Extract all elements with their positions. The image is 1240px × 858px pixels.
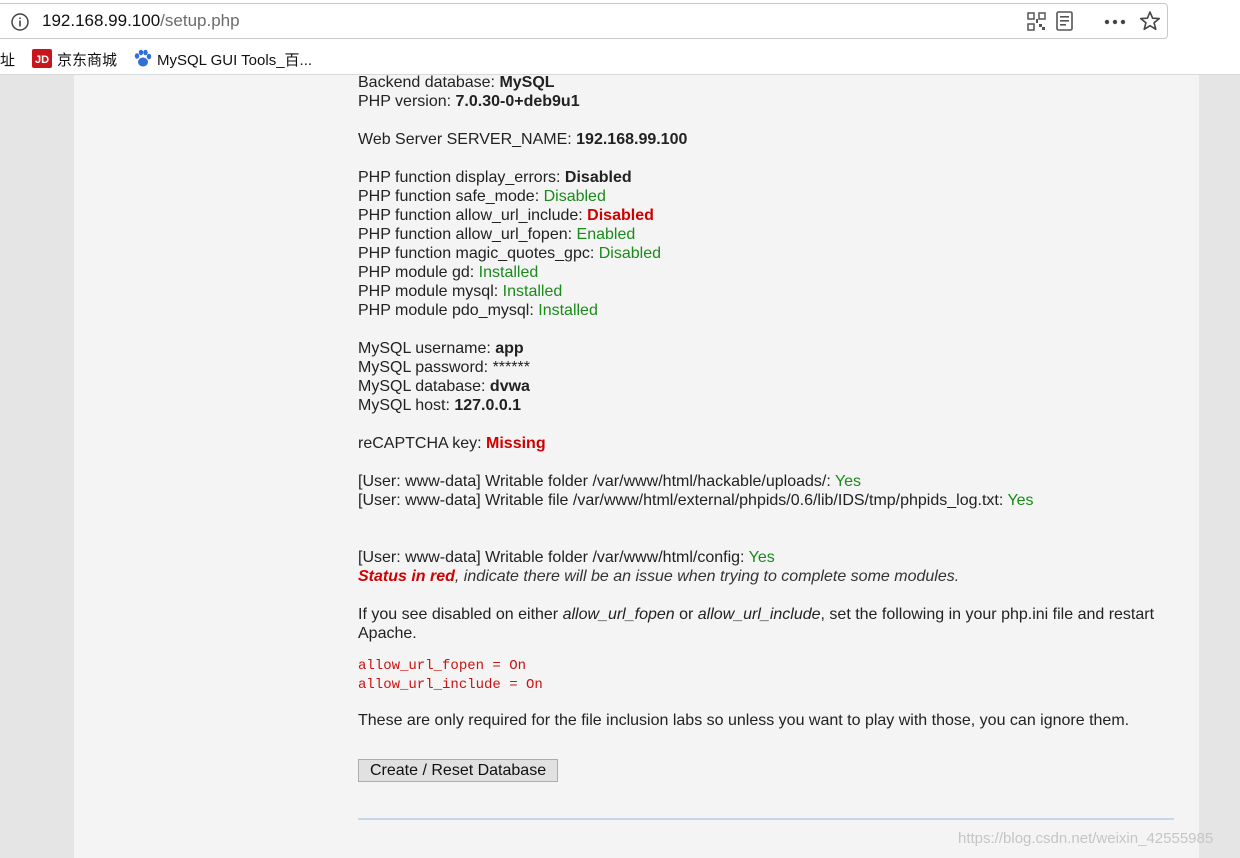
php-ini-code-line: allow_url_include = On	[358, 677, 543, 693]
status-ok: Yes	[1007, 492, 1034, 509]
display-errors-line: PHP function display_errors: Disabled	[358, 169, 632, 186]
module-pdo-line: PHP module pdo_mysql: Installed	[358, 302, 598, 319]
bookmark-item-address[interactable]: 址	[0, 49, 15, 70]
mysql-host-line: MySQL host: 127.0.0.1	[358, 397, 522, 414]
bookmark-star-icon[interactable]	[1139, 10, 1161, 37]
recaptcha-line: reCAPTCHA key: Missing	[358, 435, 546, 452]
safe-mode-line: PHP function safe_mode: Disabled	[358, 188, 606, 205]
bookmark-item-jd[interactable]: 京东商城	[57, 49, 117, 70]
qr-code-icon[interactable]	[1027, 10, 1047, 37]
php-version-line: PHP version: 7.0.30-0+deb9u1	[358, 93, 580, 110]
baidu-paw-icon	[133, 49, 152, 73]
config-writable-line: [User: www-data] Writable folder /var/ww…	[358, 549, 775, 566]
php-ini-code-line: allow_url_fopen = On	[358, 658, 527, 674]
status-in-red-text: Status in red	[358, 568, 455, 585]
php-ini-instructions: If you see disabled on either allow_url_…	[358, 606, 1155, 642]
svg-text:JD: JD	[35, 54, 49, 66]
status-error: Disabled	[587, 207, 654, 224]
module-gd-line: PHP module gd: Installed	[358, 264, 539, 281]
watermark-text: https://blog.csdn.net/weixin_42555985	[958, 830, 1214, 847]
server-name-line: Web Server SERVER_NAME: 192.168.99.100	[358, 131, 688, 148]
status-ok: Yes	[748, 549, 775, 566]
create-reset-database-button[interactable]: Create / Reset Database	[358, 759, 559, 782]
magic-quotes-line: PHP function magic_quotes_gpc: Disabled	[358, 245, 662, 262]
module-mysql-line: PHP module mysql: Installed	[358, 283, 563, 300]
bookmarks-bar: 址 JD 京东商城 MySQL GUI Tools_百...	[0, 43, 1240, 75]
file-inclusion-note: These are only required for the file inc…	[358, 712, 1130, 729]
info-icon[interactable]	[10, 12, 30, 37]
status-ok: Disabled	[543, 188, 606, 205]
mysql-password-line: MySQL password: ******	[358, 359, 530, 376]
allow-url-include-line: PHP function allow_url_include: Disabled	[358, 207, 654, 224]
status-ok: Installed	[478, 264, 539, 281]
status-ok: Installed	[538, 302, 598, 319]
status-legend-line: Status in red, indicate there will be an…	[358, 568, 960, 585]
more-actions-icon[interactable]	[1103, 10, 1127, 37]
phpids-writable-line: [User: www-data] Writable file /var/www/…	[358, 492, 1034, 509]
reader-view-icon[interactable]	[1055, 10, 1075, 37]
uploads-writable-line: [User: www-data] Writable folder /var/ww…	[358, 473, 862, 490]
status-ok: Installed	[502, 283, 563, 300]
setup-check-content: Backend database: MySQL PHP version: 7.0…	[358, 73, 1188, 782]
status-ok: Enabled	[576, 226, 636, 243]
section-divider	[358, 818, 1174, 820]
url-host: 192.168.99.100	[42, 11, 161, 30]
backend-db-line: Backend database: MySQL	[358, 74, 555, 91]
mysql-database-line: MySQL database: dvwa	[358, 378, 530, 395]
jd-logo-icon: JD	[32, 49, 52, 73]
mysql-username-line: MySQL username: app	[358, 340, 524, 357]
allow-url-fopen-line: PHP function allow_url_fopen: Enabled	[358, 226, 636, 243]
status-ok: Yes	[834, 473, 862, 490]
status-ok: Disabled	[598, 245, 662, 262]
status-error: Missing	[486, 435, 546, 452]
bookmark-item-mysql-gui[interactable]: MySQL GUI Tools_百...	[157, 49, 312, 70]
address-bar[interactable]: 192.168.99.100/setup.php	[0, 3, 1168, 39]
url-text[interactable]: 192.168.99.100/setup.php	[42, 11, 240, 31]
browser-toolbar: 192.168.99.100/setup.php	[0, 0, 1240, 43]
url-path: /setup.php	[160, 11, 240, 30]
